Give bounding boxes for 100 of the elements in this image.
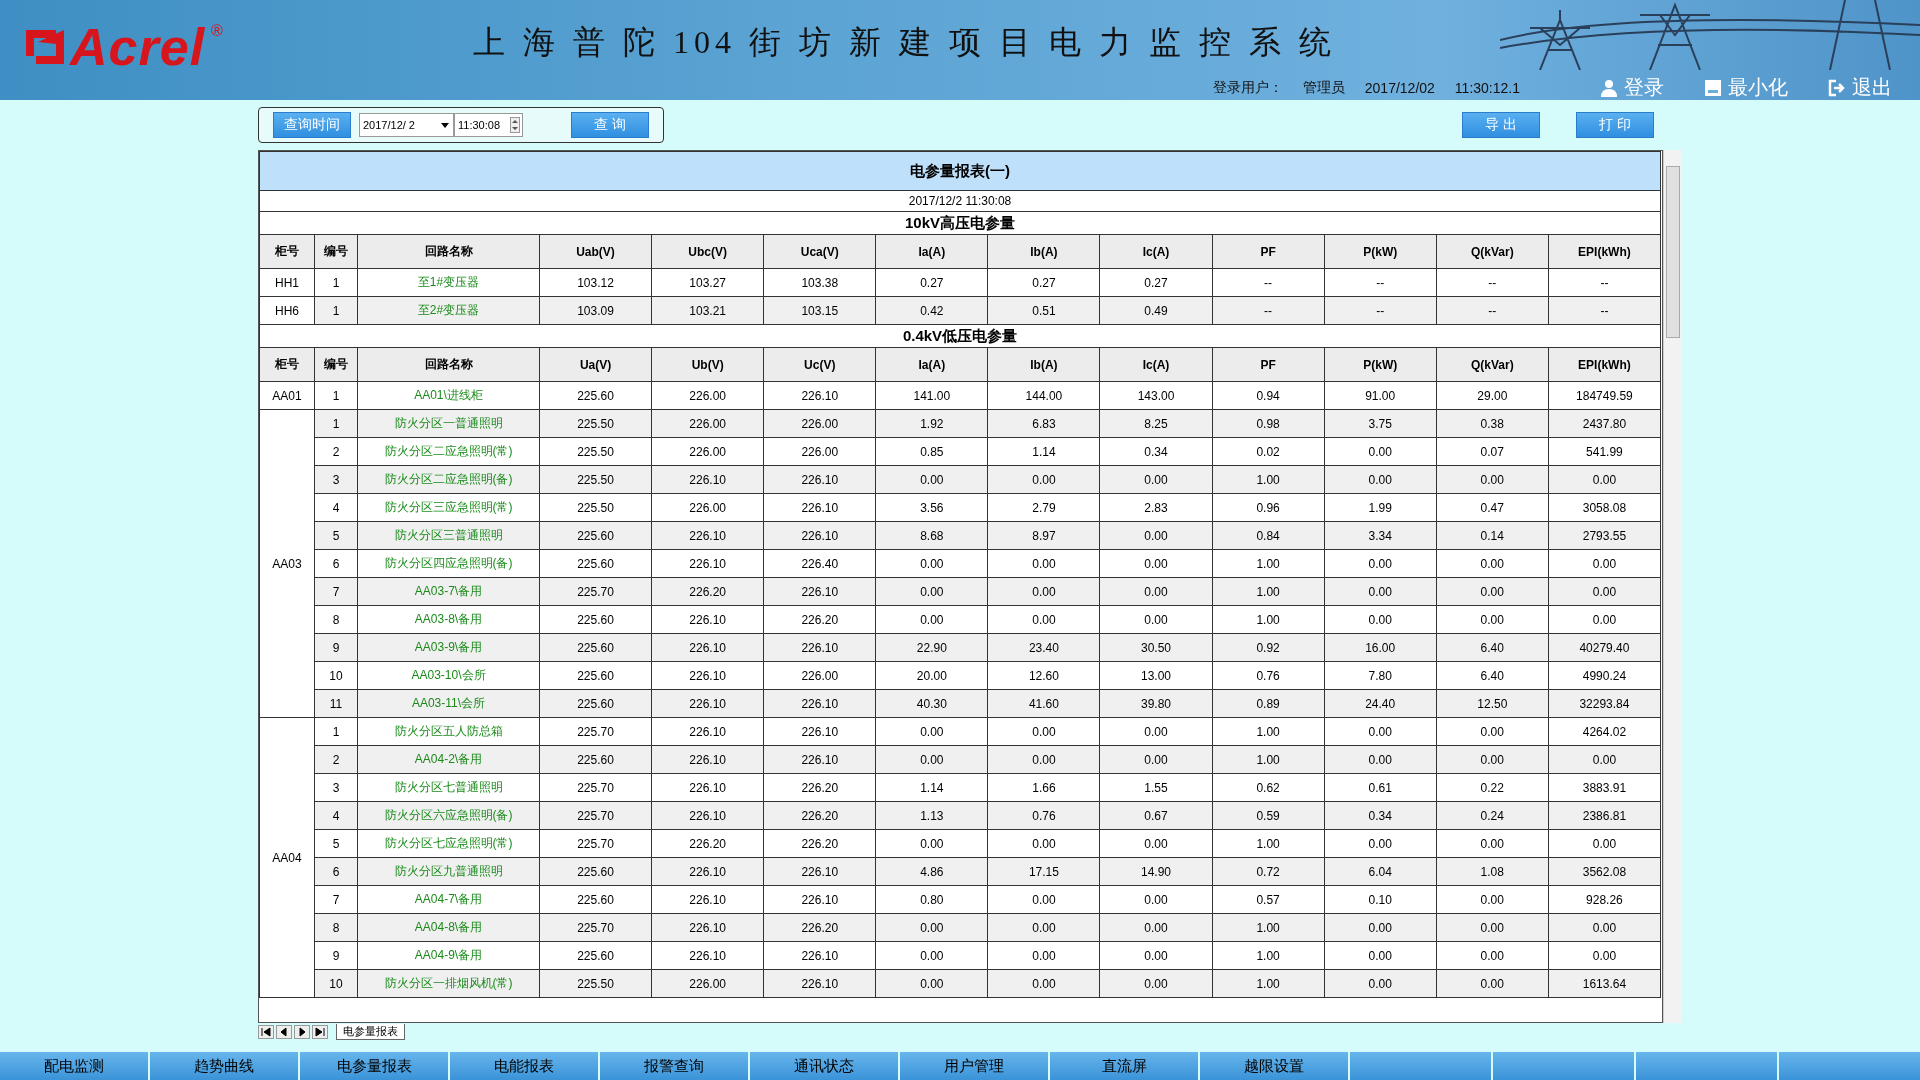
table-cell: 0.00: [1099, 913, 1213, 942]
table-cell: HH6: [259, 296, 315, 325]
nav-button[interactable]: 报警查询: [600, 1052, 748, 1080]
column-header: Ua(V): [539, 347, 652, 382]
table-cell: 防火分区二应急照明(备): [357, 465, 540, 494]
table-cell: 0.00: [1324, 605, 1437, 634]
table-cell: 225.60: [539, 857, 652, 886]
table-cell: 1.00: [1212, 745, 1325, 774]
date-picker[interactable]: 2017/12/ 2: [359, 113, 454, 137]
column-header: Ia(A): [875, 234, 988, 269]
table-cell: 至2#变压器: [357, 296, 540, 325]
table-cell: 226.10: [763, 381, 876, 410]
table-cell: 0.00: [1548, 549, 1661, 578]
table-cell: 39.80: [1099, 689, 1213, 718]
table-cell: 143.00: [1099, 381, 1213, 410]
nav-button[interactable]: [1350, 1052, 1491, 1080]
report-timestamp: 2017/12/2 11:30:08: [259, 190, 1661, 212]
table-cell: 225.60: [539, 549, 652, 578]
table-cell: 4264.02: [1548, 717, 1661, 746]
table-cell: AA04-2\备用: [357, 745, 540, 774]
table-cell: 20.00: [875, 661, 988, 690]
table-cell: 3562.08: [1548, 857, 1661, 886]
table-cell: 226.00: [651, 493, 764, 522]
table-cell: 0.27: [875, 268, 988, 297]
table-cell: 226.10: [763, 941, 876, 970]
table-cell: 0.00: [1099, 465, 1213, 494]
nav-button[interactable]: [1779, 1052, 1920, 1080]
table-cell: 0.84: [1212, 521, 1325, 550]
table-cell: 3883.91: [1548, 773, 1661, 802]
prev-icon[interactable]: [276, 1025, 292, 1039]
table-cell: 226.10: [651, 661, 764, 690]
table-cell: 40.30: [875, 689, 988, 718]
table-cell: 225.50: [539, 409, 652, 438]
table-cell: 0.00: [987, 969, 1100, 998]
nav-button[interactable]: 用户管理: [900, 1052, 1048, 1080]
nav-button[interactable]: 直流屏: [1050, 1052, 1198, 1080]
table-cell: 225.60: [539, 521, 652, 550]
table-cell: 4990.24: [1548, 661, 1661, 690]
table-cell: 0.00: [1436, 829, 1549, 858]
table-cell: AA04-9\备用: [357, 941, 540, 970]
table-cell: 0.00: [987, 717, 1100, 746]
table-cell: 1.00: [1212, 913, 1325, 942]
table-cell: 1.92: [875, 409, 988, 438]
table-cell: 6.40: [1436, 661, 1549, 690]
table-cell: 0.24: [1436, 801, 1549, 830]
table-cell: 0.00: [1436, 913, 1549, 942]
table-cell: 0.00: [1436, 549, 1549, 578]
report-title: 电参量报表(一): [259, 151, 1661, 191]
table-cell: AA04-7\备用: [357, 885, 540, 914]
table-cell: 0.00: [987, 465, 1100, 494]
nav-button[interactable]: [1493, 1052, 1634, 1080]
nav-button[interactable]: 趋势曲线: [150, 1052, 298, 1080]
table-cell: 0.00: [875, 549, 988, 578]
time-field[interactable]: 11:30:08: [454, 113, 523, 137]
table-cell: 0.85: [875, 437, 988, 466]
user-icon: [1600, 78, 1618, 97]
table-cell: 1.00: [1212, 941, 1325, 970]
table-cell: 226.10: [763, 465, 876, 494]
table-cell: 103.09: [539, 296, 652, 325]
next-icon[interactable]: [294, 1025, 310, 1039]
table-cell: 1.00: [1212, 549, 1325, 578]
section-title: 10kV高压电参量: [259, 211, 1661, 235]
table-cell: 1.00: [1212, 829, 1325, 858]
table-cell: 226.00: [651, 437, 764, 466]
sheet-tab[interactable]: 电参量报表: [336, 1024, 405, 1040]
table-cell: 0.89: [1212, 689, 1325, 718]
nav-button[interactable]: [1636, 1052, 1777, 1080]
vertical-scrollbar[interactable]: [1663, 150, 1682, 1023]
table-cell: 29.00: [1436, 381, 1549, 410]
table-cell: 4.86: [875, 857, 988, 886]
table-cell: 0.49: [1099, 296, 1213, 325]
nav-button[interactable]: 电参量报表: [300, 1052, 448, 1080]
column-header: 回路名称: [357, 347, 540, 382]
column-header: 编号: [314, 234, 358, 269]
nav-button[interactable]: 越限设置: [1200, 1052, 1348, 1080]
nav-button[interactable]: 通讯状态: [750, 1052, 898, 1080]
table-cell: 0.00: [875, 717, 988, 746]
table-cell: 226.10: [763, 493, 876, 522]
first-icon[interactable]: [258, 1025, 274, 1039]
table-cell: 226.00: [651, 381, 764, 410]
table-cell: 0.00: [1099, 605, 1213, 634]
nav-button[interactable]: 电能报表: [450, 1052, 598, 1080]
table-cell: 3: [314, 773, 358, 802]
exit-icon: [1828, 78, 1846, 97]
table-cell: 226.20: [651, 577, 764, 606]
table-cell: 0.07: [1436, 437, 1549, 466]
table-cell: 0.34: [1324, 801, 1437, 830]
table-cell: HH1: [259, 268, 315, 297]
table-cell: 0.94: [1212, 381, 1325, 410]
table-cell: 226.10: [651, 913, 764, 942]
nav-button[interactable]: 配电监测: [0, 1052, 148, 1080]
table-cell: 40279.40: [1548, 633, 1661, 662]
table-cell: 2.79: [987, 493, 1100, 522]
minimize-icon: [1704, 78, 1722, 97]
table-cell: 防火分区四应急照明(备): [357, 549, 540, 578]
table-cell: --: [1436, 296, 1549, 325]
table-cell: AA03-8\备用: [357, 605, 540, 634]
last-icon[interactable]: [312, 1025, 328, 1039]
table-cell: 103.27: [651, 268, 764, 297]
table-cell: AA04: [259, 717, 315, 998]
